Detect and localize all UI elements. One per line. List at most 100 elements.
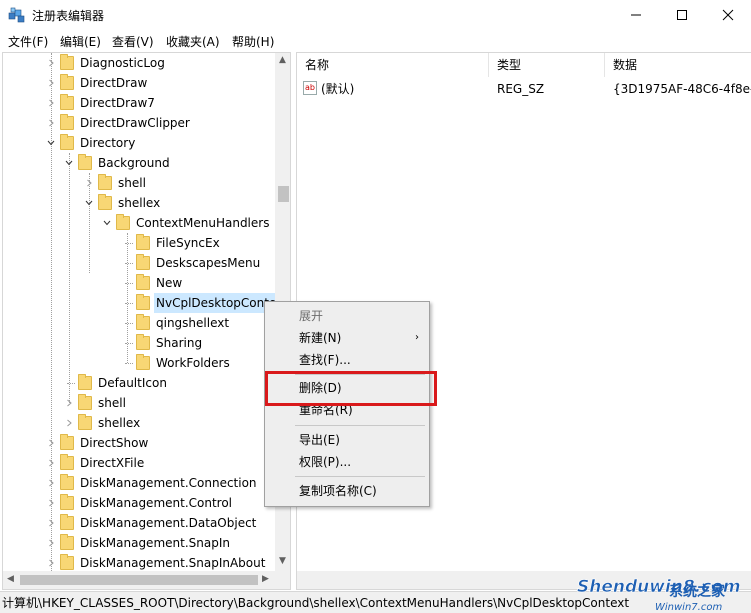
chevron-down-icon[interactable] bbox=[85, 199, 93, 207]
value-data: {3D1975AF-48C6-4f8e- bbox=[613, 82, 751, 96]
chevron-right-icon[interactable] bbox=[47, 519, 55, 527]
menu-separator bbox=[295, 425, 425, 426]
menu-edit[interactable]: 编辑(E) bbox=[60, 33, 101, 50]
tree-item[interactable]: qingshellext bbox=[3, 313, 275, 333]
menu-item-copy-key-name-label: 复制项名称(C) bbox=[299, 484, 377, 498]
menu-favorites[interactable]: 收藏夹(A) bbox=[166, 33, 220, 50]
menu-view[interactable]: 查看(V) bbox=[112, 33, 154, 50]
tree-item[interactable]: DirectDraw7 bbox=[3, 93, 275, 113]
folder-icon bbox=[136, 314, 150, 330]
menu-item-copy-key-name[interactable]: 复制项名称(C) bbox=[265, 480, 429, 502]
chevron-right-icon[interactable] bbox=[47, 559, 55, 567]
tree-item-label: shell bbox=[118, 176, 146, 190]
menu-item-export[interactable]: 导出(E) bbox=[265, 429, 429, 451]
menu-bar: 文件(F) 编辑(E) 查看(V) 收藏夹(A) 帮助(H) bbox=[0, 30, 751, 52]
chevron-right-icon[interactable] bbox=[65, 419, 73, 427]
tree-item-label: New bbox=[156, 276, 183, 290]
tree-item-label: DiskManagement.Connection bbox=[80, 476, 257, 490]
column-header-name[interactable]: 名称 bbox=[297, 53, 489, 77]
scroll-down-icon[interactable]: ▼ bbox=[279, 556, 286, 566]
tree-item-label: DefaultIcon bbox=[98, 376, 167, 390]
minimize-button[interactable] bbox=[613, 0, 659, 30]
tree-item[interactable]: DiagnosticLog bbox=[3, 53, 275, 73]
tree-item[interactable]: Directory bbox=[3, 133, 275, 153]
tree-item[interactable]: DirectXFile bbox=[3, 453, 275, 473]
value-row[interactable]: ab (默认) REG_SZ {3D1975AF-48C6-4f8e- bbox=[297, 79, 751, 99]
chevron-right-icon[interactable] bbox=[47, 499, 55, 507]
tree-item[interactable]: DiskManagement.Connection bbox=[3, 473, 275, 493]
tree-item[interactable]: Sharing bbox=[3, 333, 275, 353]
folder-icon bbox=[136, 234, 150, 250]
tree-item-label: shellex bbox=[98, 416, 141, 430]
scroll-right-icon[interactable]: ▶ bbox=[262, 574, 269, 584]
chevron-right-icon[interactable] bbox=[47, 119, 55, 127]
tree-item[interactable]: DiskManagement.Control bbox=[3, 493, 275, 513]
folder-icon bbox=[78, 414, 92, 430]
tree-item[interactable]: shell bbox=[3, 393, 275, 413]
chevron-right-icon[interactable] bbox=[47, 539, 55, 547]
menu-item-expand[interactable]: 展开 bbox=[265, 305, 429, 327]
chevron-right-icon[interactable] bbox=[47, 99, 55, 107]
tree-item[interactable]: DirectDraw bbox=[3, 73, 275, 93]
tree-item[interactable]: NvCplDesktopContext bbox=[3, 293, 290, 313]
tree-item[interactable]: shellex bbox=[3, 413, 275, 433]
site-watermark-logo: Shenduwin8.com 系统之家 Winwin7.com bbox=[577, 577, 741, 613]
registry-tree[interactable]: DiagnosticLog DirectDraw DirectDraw7 Direct… bbox=[2, 52, 291, 590]
chevron-right-icon[interactable] bbox=[47, 439, 55, 447]
folder-icon bbox=[60, 514, 74, 530]
maximize-icon bbox=[677, 10, 687, 20]
chevron-right-icon[interactable] bbox=[85, 179, 93, 187]
tree-item[interactable]: DiskManagement.SnapIn bbox=[3, 533, 275, 553]
chevron-right-icon[interactable] bbox=[65, 399, 73, 407]
tree-item[interactable]: ContextMenuHandlers bbox=[3, 213, 275, 233]
menu-item-find[interactable]: 查找(F)... bbox=[265, 349, 429, 371]
column-header-data[interactable]: 数据 bbox=[605, 53, 751, 77]
chevron-down-icon[interactable] bbox=[103, 219, 111, 227]
folder-icon bbox=[60, 474, 74, 490]
folder-icon bbox=[136, 294, 150, 310]
menu-item-permissions-label: 权限(P)... bbox=[299, 455, 352, 469]
menu-item-new-label: 新建(N) bbox=[299, 331, 342, 345]
maximize-button[interactable] bbox=[659, 0, 705, 30]
tree-item-label: DirectDraw bbox=[80, 76, 148, 90]
scroll-left-icon[interactable]: ◀ bbox=[7, 574, 14, 584]
tree-item[interactable]: DeskscapesMenu bbox=[3, 253, 275, 273]
menu-file[interactable]: 文件(F) bbox=[8, 33, 48, 50]
tree-item[interactable]: DirectDrawClipper bbox=[3, 113, 275, 133]
folder-icon bbox=[60, 494, 74, 510]
chevron-right-icon[interactable] bbox=[47, 459, 55, 467]
tree-item[interactable]: WorkFolders bbox=[3, 353, 275, 373]
tree-item[interactable]: shellex bbox=[3, 193, 275, 213]
tree-item[interactable]: New bbox=[3, 273, 275, 293]
tree-item[interactable]: FileSyncEx bbox=[3, 233, 275, 253]
folder-icon bbox=[60, 434, 74, 450]
tree-item[interactable]: Background bbox=[3, 153, 275, 173]
tree-item[interactable]: DiskManagement.DataObject bbox=[3, 513, 275, 533]
tree-item[interactable]: shell bbox=[3, 173, 275, 193]
scroll-up-icon[interactable]: ▲ bbox=[279, 55, 286, 65]
tree-item-label: DirectXFile bbox=[80, 456, 145, 470]
folder-icon bbox=[136, 254, 150, 270]
folder-icon bbox=[136, 334, 150, 350]
tree-item[interactable]: DiskManagement.SnapInAbout bbox=[3, 553, 275, 573]
folder-icon bbox=[98, 174, 112, 190]
tree-item[interactable]: DefaultIcon bbox=[3, 373, 275, 393]
column-header-type[interactable]: 类型 bbox=[489, 53, 605, 77]
menu-help[interactable]: 帮助(H) bbox=[232, 33, 274, 50]
tree-horizontal-scrollbar[interactable]: ◀ ▶ bbox=[3, 571, 290, 589]
chevron-right-icon[interactable] bbox=[47, 59, 55, 67]
folder-icon bbox=[60, 134, 74, 150]
folder-icon bbox=[60, 554, 74, 570]
chevron-down-icon[interactable] bbox=[47, 139, 55, 147]
tree-connector bbox=[125, 283, 133, 284]
menu-item-permissions[interactable]: 权限(P)... bbox=[265, 451, 429, 473]
tree-item-label: DiagnosticLog bbox=[80, 56, 165, 70]
chevron-right-icon[interactable] bbox=[47, 479, 55, 487]
chevron-down-icon[interactable] bbox=[65, 159, 73, 167]
menu-item-new[interactable]: 新建(N) › bbox=[265, 327, 429, 349]
tree-vertical-scroll-thumb[interactable] bbox=[278, 186, 289, 202]
close-button[interactable] bbox=[705, 0, 751, 30]
tree-item[interactable]: DirectShow bbox=[3, 433, 275, 453]
tree-horizontal-scroll-thumb[interactable] bbox=[20, 575, 258, 585]
chevron-right-icon[interactable] bbox=[47, 79, 55, 87]
